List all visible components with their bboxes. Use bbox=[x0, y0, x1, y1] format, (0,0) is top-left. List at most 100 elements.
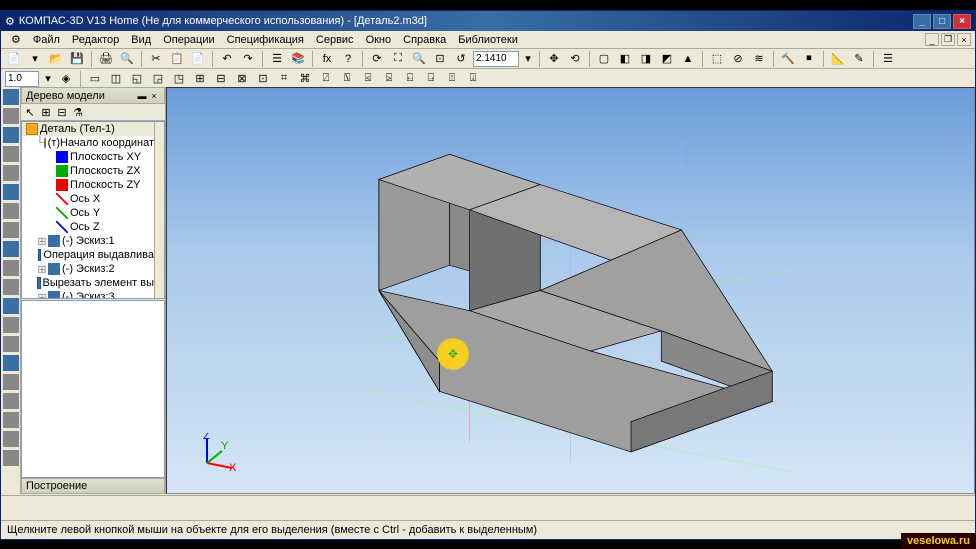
tb2-btn-9[interactable]: ⊠ bbox=[233, 70, 251, 88]
tool-measure-button[interactable] bbox=[3, 393, 19, 409]
tree-axis-x[interactable]: Ось X bbox=[22, 192, 154, 206]
tree-plane-xy[interactable]: Плоскость XY bbox=[22, 150, 154, 164]
orientation-button[interactable]: ⬚ bbox=[708, 50, 726, 68]
preview-button[interactable]: 🔍 bbox=[118, 50, 136, 68]
rebuild-button[interactable]: 🔨 bbox=[779, 50, 797, 68]
model-tree[interactable]: Деталь (Тел-1) └(т)Начало координат Плос… bbox=[21, 121, 165, 299]
tree-op-cut1[interactable]: Вырезать элемент вы bbox=[22, 276, 154, 290]
tool-report-button[interactable] bbox=[3, 431, 19, 447]
tree-root[interactable]: Деталь (Тел-1) bbox=[22, 122, 154, 136]
shaded-edges-button[interactable]: ◩ bbox=[658, 50, 676, 68]
tb2-btn-17[interactable]: ⍇ bbox=[401, 70, 419, 88]
tb2-btn-3[interactable]: ◫ bbox=[107, 70, 125, 88]
tool-draft-button[interactable] bbox=[3, 241, 19, 257]
save-button[interactable]: 💾 bbox=[68, 50, 86, 68]
tool-shell-button[interactable] bbox=[3, 222, 19, 238]
scale-dropdown-button[interactable]: ▾ bbox=[42, 70, 54, 88]
shaded-button[interactable]: ◨ bbox=[637, 50, 655, 68]
tool-mirror-button[interactable] bbox=[3, 279, 19, 295]
panel-footer-tab[interactable]: Построение bbox=[21, 478, 165, 494]
tree-filter-button[interactable]: ⚗ bbox=[71, 105, 85, 119]
tb2-btn-5[interactable]: ◲ bbox=[149, 70, 167, 88]
open-button[interactable]: 📂 bbox=[47, 50, 65, 68]
tb2-btn-8[interactable]: ⊟ bbox=[212, 70, 230, 88]
scale-input[interactable] bbox=[5, 71, 39, 87]
zoom-in-button[interactable]: 🔍 bbox=[410, 50, 428, 68]
tb2-btn-6[interactable]: ◳ bbox=[170, 70, 188, 88]
menu-edit[interactable]: Редактор bbox=[66, 32, 125, 48]
tool-rib-button[interactable] bbox=[3, 203, 19, 219]
tool-axis-button[interactable] bbox=[3, 317, 19, 333]
properties-button[interactable]: ☰ bbox=[268, 50, 286, 68]
menu-spec[interactable]: Спецификация bbox=[221, 32, 310, 48]
panel-close-button[interactable]: × bbox=[148, 90, 160, 102]
mdi-close-button[interactable]: × bbox=[957, 33, 971, 46]
tb2-btn-1[interactable]: ◈ bbox=[57, 70, 75, 88]
help-button[interactable]: ? bbox=[339, 50, 357, 68]
menu-file[interactable]: Файл bbox=[27, 32, 66, 48]
tree-expand-button[interactable]: ⊞ bbox=[39, 105, 53, 119]
print-button[interactable]: 🖨 bbox=[97, 50, 115, 68]
tb2-btn-20[interactable]: ⍗ bbox=[464, 70, 482, 88]
tool-revolve-button[interactable] bbox=[3, 127, 19, 143]
hidden-lines-button[interactable]: ◧ bbox=[616, 50, 634, 68]
tool-surface-button[interactable] bbox=[3, 374, 19, 390]
tb2-btn-16[interactable]: ⍄ bbox=[380, 70, 398, 88]
tree-plane-zx[interactable]: Плоскость ZX bbox=[22, 164, 154, 178]
menu-service[interactable]: Сервис bbox=[310, 32, 360, 48]
tool-spec-button[interactable] bbox=[3, 412, 19, 428]
menu-libraries[interactable]: Библиотеки bbox=[452, 32, 524, 48]
undo-button[interactable]: ↶ bbox=[218, 50, 236, 68]
new-dropdown-button[interactable]: ▾ bbox=[26, 50, 44, 68]
tool-plane-button[interactable] bbox=[3, 298, 19, 314]
tb2-btn-10[interactable]: ⊡ bbox=[254, 70, 272, 88]
tree-plane-zy[interactable]: Плоскость ZY bbox=[22, 178, 154, 192]
rotate-button[interactable]: ⟲ bbox=[566, 50, 584, 68]
tool-extrude-button[interactable] bbox=[3, 89, 19, 105]
tree-op-extrude1[interactable]: Операция выдавлива bbox=[22, 248, 154, 262]
tb2-btn-15[interactable]: ⍃ bbox=[359, 70, 377, 88]
new-sketch-button[interactable]: ✎ bbox=[850, 50, 868, 68]
tb2-btn-19[interactable]: ⍐ bbox=[443, 70, 461, 88]
tool-chamfer-button[interactable] bbox=[3, 165, 19, 181]
tool-other-button[interactable] bbox=[3, 450, 19, 466]
zoom-dropdown-button[interactable]: ▾ bbox=[522, 50, 534, 68]
tb2-btn-11[interactable]: ⌗ bbox=[275, 70, 293, 88]
stop-button[interactable]: ⏹ bbox=[800, 50, 818, 68]
tb2-btn-7[interactable]: ⊞ bbox=[191, 70, 209, 88]
section-button[interactable]: ⊘ bbox=[729, 50, 747, 68]
tool-hole-button[interactable] bbox=[3, 184, 19, 200]
tool-array-button[interactable] bbox=[3, 260, 19, 276]
layers-button[interactable]: ☰ bbox=[879, 50, 897, 68]
close-button[interactable]: × bbox=[953, 14, 971, 29]
zoom-value-input[interactable] bbox=[473, 51, 519, 67]
zoom-fit-button[interactable]: ⛶ bbox=[389, 50, 407, 68]
tool-cut-button[interactable] bbox=[3, 108, 19, 124]
redo-button[interactable]: ↷ bbox=[239, 50, 257, 68]
tb2-btn-14[interactable]: ⍂ bbox=[338, 70, 356, 88]
tree-axis-y[interactable]: Ось Y bbox=[22, 206, 154, 220]
tree-scrollbar[interactable] bbox=[154, 122, 164, 298]
3d-viewport[interactable]: ✥ Z X Y bbox=[166, 87, 975, 494]
variables-button[interactable]: fx bbox=[318, 50, 336, 68]
mdi-restore-button[interactable]: ❐ bbox=[941, 33, 955, 46]
refresh-button[interactable]: ⟳ bbox=[368, 50, 386, 68]
app-menu-icon[interactable]: ⚙ bbox=[5, 31, 27, 48]
minimize-button[interactable]: _ bbox=[913, 14, 931, 29]
paste-button[interactable]: 📄 bbox=[189, 50, 207, 68]
maximize-button[interactable]: □ bbox=[933, 14, 951, 29]
tb2-btn-2[interactable]: ▭ bbox=[86, 70, 104, 88]
tree-sketch2[interactable]: ⊞(-) Эскиз:2 bbox=[22, 262, 154, 276]
copy-button[interactable]: 📋 bbox=[168, 50, 186, 68]
tree-collapse-button[interactable]: ⊟ bbox=[55, 105, 69, 119]
tb2-btn-4[interactable]: ◱ bbox=[128, 70, 146, 88]
tree-select-button[interactable]: ↖ bbox=[23, 105, 37, 119]
panel-pin-button[interactable]: ▬ bbox=[136, 90, 148, 102]
create-drawing-button[interactable]: 📐 bbox=[829, 50, 847, 68]
tree-origin[interactable]: └(т)Начало координат bbox=[22, 136, 154, 150]
menu-operations[interactable]: Операции bbox=[157, 32, 220, 48]
zoom-prev-button[interactable]: ↺ bbox=[452, 50, 470, 68]
tb2-btn-18[interactable]: ⍈ bbox=[422, 70, 440, 88]
menu-help[interactable]: Справка bbox=[397, 32, 452, 48]
wireframe-button[interactable]: ▢ bbox=[595, 50, 613, 68]
